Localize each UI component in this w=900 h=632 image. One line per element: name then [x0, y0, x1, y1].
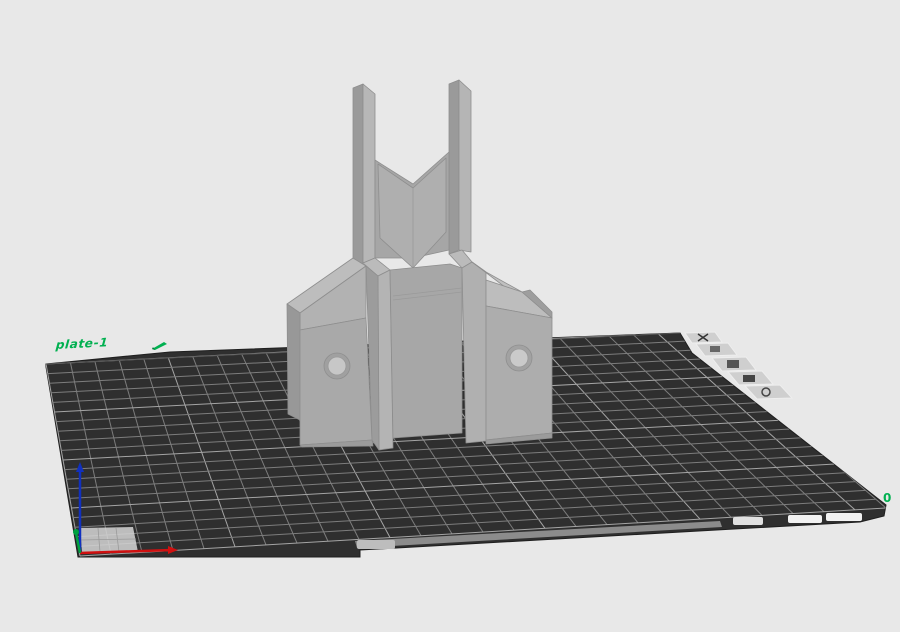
- 3d-viewport[interactable]: plate-1 0: [0, 0, 900, 632]
- scene-canvas[interactable]: [0, 0, 900, 632]
- bed-strip-icon: [826, 513, 862, 521]
- orient-icon[interactable]: [711, 356, 757, 372]
- bed-strip-icon: [788, 515, 822, 523]
- arrange-icon[interactable]: [695, 342, 738, 357]
- plate-name-label[interactable]: plate-1: [54, 335, 110, 352]
- close-icon[interactable]: [684, 331, 723, 344]
- pencil-edit-icon[interactable]: [150, 339, 170, 351]
- settings-icon[interactable]: [743, 384, 794, 400]
- model-object[interactable]: [286, 79, 553, 451]
- lock-icon[interactable]: [726, 370, 775, 386]
- bed-logo-icon: [357, 540, 395, 549]
- bed-strip-icon: [733, 517, 763, 525]
- axis-origin-label: 0: [883, 491, 892, 505]
